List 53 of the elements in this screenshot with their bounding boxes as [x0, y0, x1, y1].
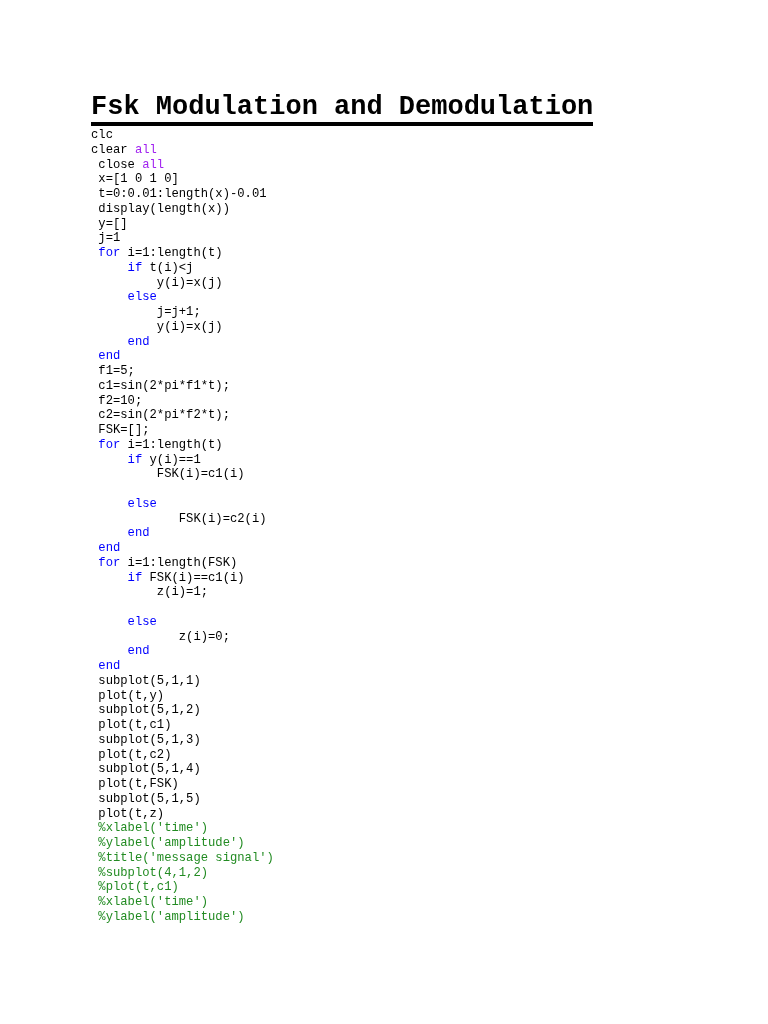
- code-line: plot(t,z): [97, 806, 165, 822]
- code-line: %plot(t,c1): [97, 880, 179, 895]
- code-line: plot(t,y): [97, 688, 165, 704]
- code-line: subplot(5,1,1): [97, 673, 201, 689]
- code-line: %xlabel('time'): [97, 821, 209, 836]
- code-line: subplot(5,1,4): [97, 762, 201, 777]
- code-line: y=[]: [97, 216, 128, 232]
- code-line: j=j+1;: [155, 305, 201, 320]
- code-line: for i=1:length(t): [97, 246, 223, 261]
- code-line: c2=sin(2*pi*f2*t);: [97, 408, 230, 423]
- code-line: plot(t,c1): [97, 718, 172, 733]
- code-line: for i=1:length(FSK): [97, 555, 238, 571]
- code-line: if FSK(i)==c1(i): [126, 570, 245, 586]
- code-line: j=1: [97, 231, 121, 246]
- code-line: if y(i)==1: [126, 452, 201, 468]
- code-line: close all: [97, 157, 165, 173]
- code-line: %xlabel('time'): [97, 895, 209, 910]
- code-line: subplot(5,1,3): [97, 732, 201, 748]
- code-line: end: [97, 541, 121, 556]
- code-line: %title('message signal'): [97, 850, 274, 866]
- code-line: %ylabel('amplitude'): [97, 836, 245, 851]
- code-line: z(i)=1;: [155, 585, 209, 600]
- code-line: FSK(i)=c2(i): [177, 511, 267, 527]
- code-line: if t(i)<j: [126, 260, 194, 276]
- code-line: for i=1:length(t): [97, 437, 223, 453]
- code-line: clear all: [91, 142, 157, 158]
- code-line: end: [97, 659, 121, 674]
- code-line: y(i)=x(j): [155, 319, 223, 335]
- code-line: end: [126, 526, 150, 541]
- code-line: %ylabel('amplitude'): [97, 909, 245, 925]
- code-line: else: [126, 496, 157, 512]
- code-line: end: [126, 334, 150, 350]
- code-line: %subplot(4,1,2): [97, 865, 209, 881]
- code-line: subplot(5,1,2): [97, 703, 201, 718]
- code-line: t=0:0.01:length(x)-0.01: [97, 187, 267, 202]
- code-line: y(i)=x(j): [156, 275, 223, 291]
- code-line: end: [97, 349, 121, 364]
- code-line: plot(t,FSK): [97, 777, 179, 792]
- code-line: end: [126, 644, 150, 659]
- code-line: z(i)=0;: [177, 629, 230, 645]
- code-line: clc: [91, 128, 113, 143]
- code-line: FSK=[];: [97, 423, 150, 438]
- code-line: f1=5;: [97, 364, 135, 379]
- code-line: f2=10;: [97, 393, 143, 409]
- code-line: c1=sin(2*pi*f1*t);: [97, 378, 230, 394]
- code-line: x=[1 0 1 0]: [97, 172, 179, 187]
- document-title: Fsk Modulation and Demodulation: [91, 92, 594, 126]
- code-line: plot(t,c2): [97, 747, 172, 763]
- code-line: FSK(i)=c1(i): [155, 467, 245, 482]
- code-line: display(length(x)): [97, 201, 230, 217]
- code-line: subplot(5,1,5): [97, 791, 201, 807]
- code-line: else: [126, 614, 157, 630]
- code-line: else: [126, 290, 157, 305]
